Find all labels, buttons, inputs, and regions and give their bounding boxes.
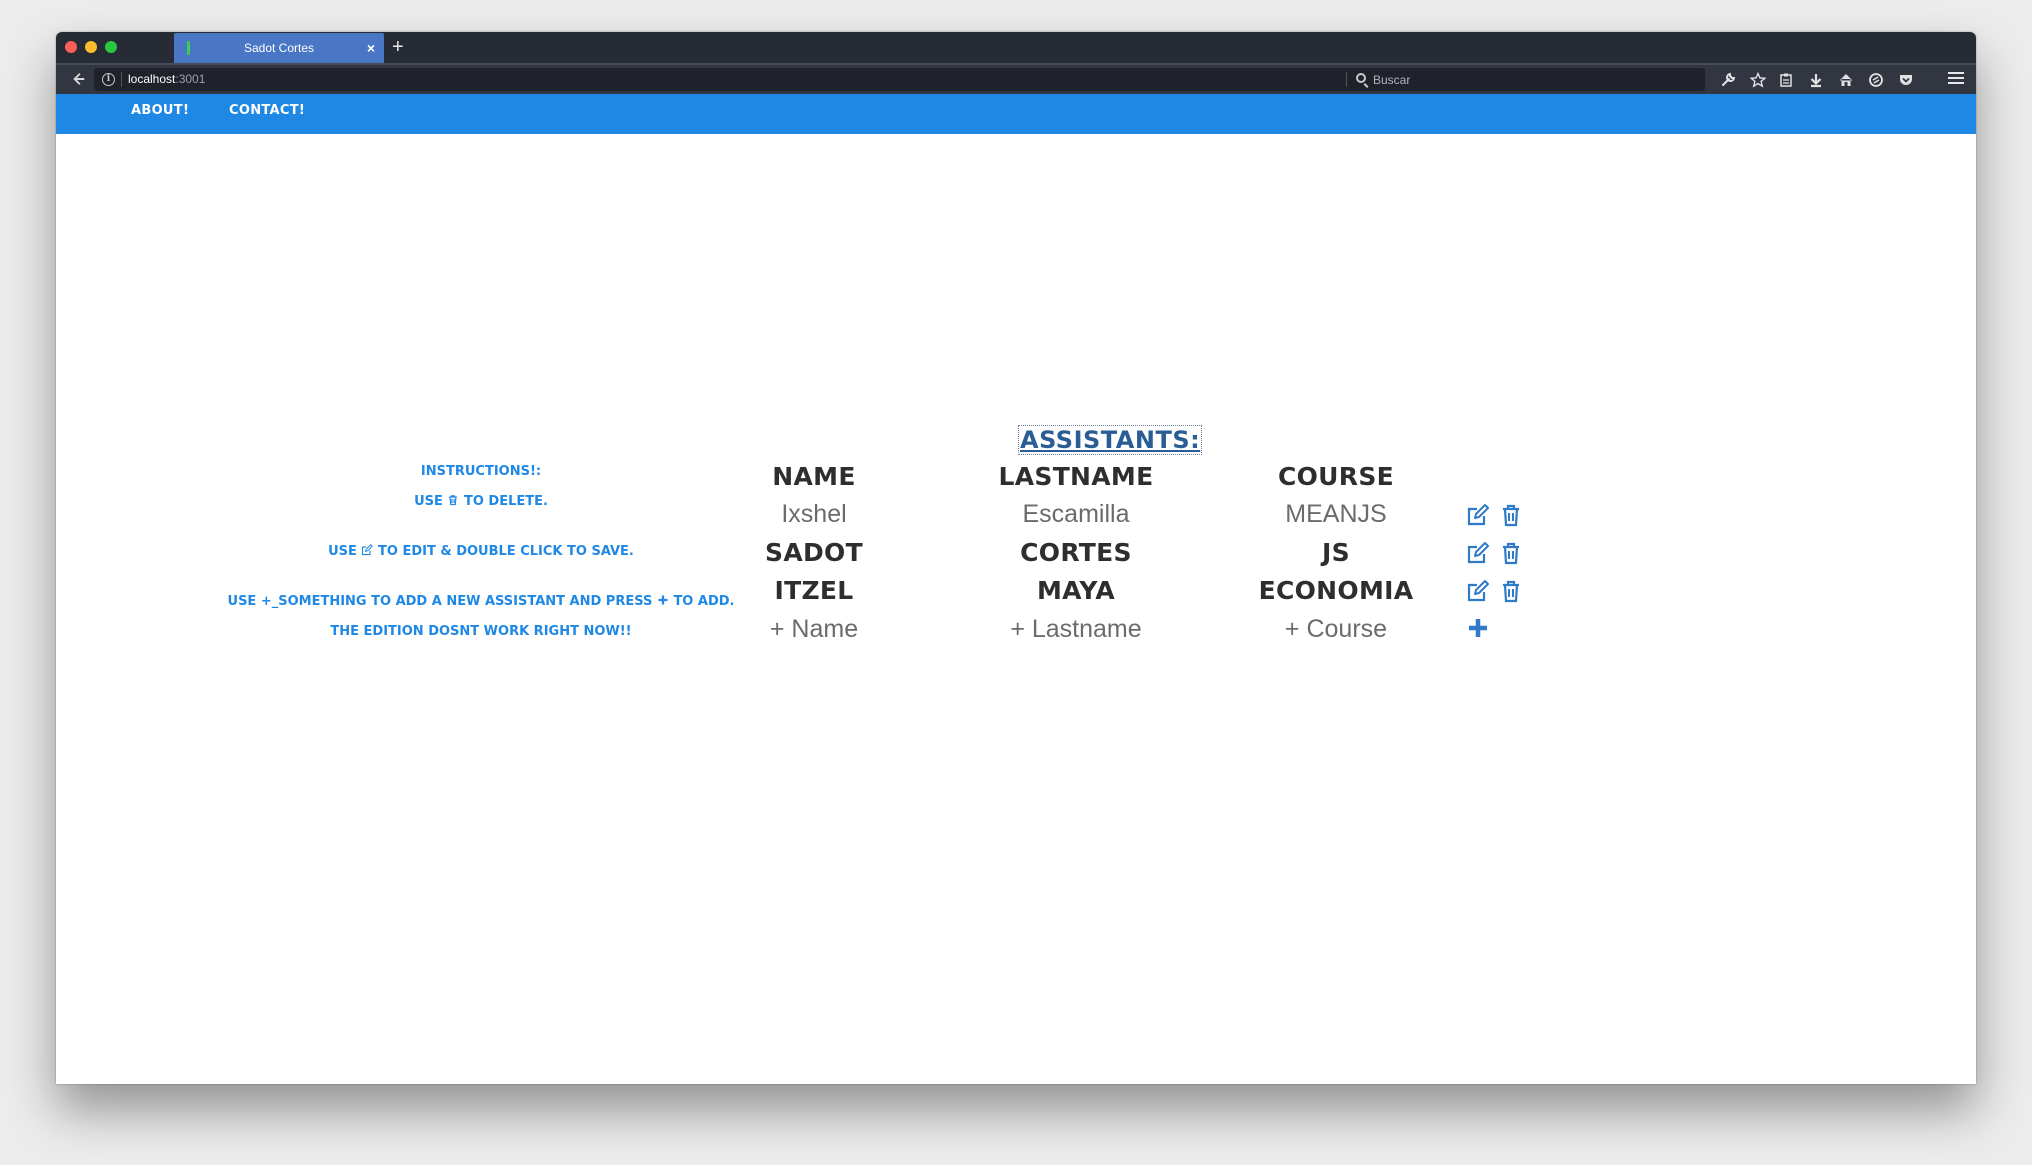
row-1-name: Ixshel: [781, 500, 847, 528]
row-2-lastname: Cortes: [1020, 538, 1132, 567]
trash-icon: [1503, 504, 1519, 527]
row-2-course: JS: [1322, 538, 1350, 567]
site-nav-bar: About! Contact!: [56, 94, 1976, 134]
instructions-title: Instructions!:: [420, 464, 542, 479]
search-bar[interactable]: [1349, 68, 1705, 91]
instruction-edit: Use to edit & double click to save.: [226, 544, 736, 559]
edit-icon: [1467, 504, 1489, 526]
instruction-delete-pre: Use: [414, 494, 443, 509]
pocket-icon[interactable]: [1894, 68, 1918, 92]
url-port: :3001: [175, 72, 206, 86]
clipboard-icon[interactable]: [1774, 68, 1798, 92]
instruction-edition-note: The edition dosnt work right now!!: [330, 624, 632, 639]
download-icon[interactable]: [1804, 68, 1828, 92]
row-1-edit-button[interactable]: [1466, 503, 1490, 527]
search-input[interactable]: [1373, 68, 1693, 91]
search-icon: [1356, 73, 1366, 83]
instruction-delete: Use to delete.: [226, 494, 736, 509]
active-tab[interactable]: Sadot Cortes ×: [174, 33, 384, 63]
page-content: Instructions!: Use to delete. Use to edi…: [56, 134, 1976, 1084]
add-assistant-button[interactable]: [1466, 616, 1490, 640]
site-info-icon[interactable]: i: [102, 73, 115, 86]
close-window-button[interactable]: [65, 41, 77, 53]
trash-icon: [1503, 580, 1519, 603]
header-name: Name: [772, 462, 856, 491]
bookmark-star-icon[interactable]: [1746, 68, 1770, 92]
instruction-edit-post: to edit & double click to save.: [378, 544, 634, 559]
url-separator: [1346, 72, 1347, 87]
instruction-edit-pre: Use: [328, 544, 357, 559]
tab-title: Sadot Cortes: [243, 41, 315, 55]
plus-icon: [658, 595, 668, 605]
header-course: Course: [1277, 462, 1395, 491]
edit-icon: [1467, 580, 1489, 602]
trash-icon: [449, 495, 458, 506]
hamburger-menu-icon[interactable]: [1948, 72, 1964, 86]
row-2-edit-button[interactable]: [1466, 541, 1490, 565]
new-course-input[interactable]: [1216, 613, 1456, 645]
tab-close-icon[interactable]: ×: [367, 33, 375, 63]
url-divider: [121, 72, 122, 87]
row-3-delete-button[interactable]: [1499, 579, 1523, 603]
plus-icon: [1469, 619, 1487, 637]
back-arrow-icon: [73, 73, 85, 85]
instruction-add: Use +_something to add a new assistant a…: [226, 594, 736, 609]
trash-icon: [1503, 542, 1519, 565]
browser-toolbar: i localhost:3001 ↻: [56, 63, 1976, 94]
minimize-window-button[interactable]: [85, 41, 97, 53]
nav-link-contact[interactable]: Contact!: [229, 94, 305, 127]
browser-window: Sadot Cortes × + i localhost:3001 ↻: [56, 32, 1976, 1084]
instruction-delete-post: to delete.: [463, 494, 548, 509]
new-tab-button[interactable]: +: [392, 32, 404, 63]
row-2-name: Sadot: [765, 538, 863, 567]
tab-strip: Sadot Cortes × +: [56, 32, 1976, 63]
edit-icon: [1467, 542, 1489, 564]
instruction-add-pre: Use +_something to add a new assistant a…: [227, 594, 653, 609]
url-host: localhost: [128, 72, 176, 86]
url-text[interactable]: localhost:3001: [128, 68, 205, 91]
maximize-window-button[interactable]: [105, 41, 117, 53]
row-3-name: Itzel: [774, 576, 854, 605]
new-name-input[interactable]: [694, 613, 934, 645]
assistants-title: Assistants:: [1017, 425, 1203, 455]
header-lastname: Lastname: [998, 462, 1154, 491]
new-lastname-input[interactable]: [956, 613, 1196, 645]
row-3-lastname: Maya: [1036, 576, 1116, 605]
address-bar[interactable]: i localhost:3001 ↻: [94, 68, 1378, 91]
favicon-icon: [187, 41, 190, 55]
row-1-lastname: Escamilla: [1022, 500, 1130, 528]
row-2-delete-button[interactable]: [1499, 541, 1523, 565]
row-3-course: Economia: [1258, 576, 1414, 605]
home-icon[interactable]: [1834, 68, 1858, 92]
row-3-edit-button[interactable]: [1466, 579, 1490, 603]
back-button[interactable]: [68, 68, 90, 90]
edit-icon: [362, 544, 374, 556]
sync-icon[interactable]: [1864, 68, 1888, 92]
row-1-course: MEANJS: [1285, 500, 1387, 528]
row-1-delete-button[interactable]: [1499, 503, 1523, 527]
nav-link-about[interactable]: About!: [131, 94, 189, 127]
wrench-icon[interactable]: [1716, 68, 1740, 92]
